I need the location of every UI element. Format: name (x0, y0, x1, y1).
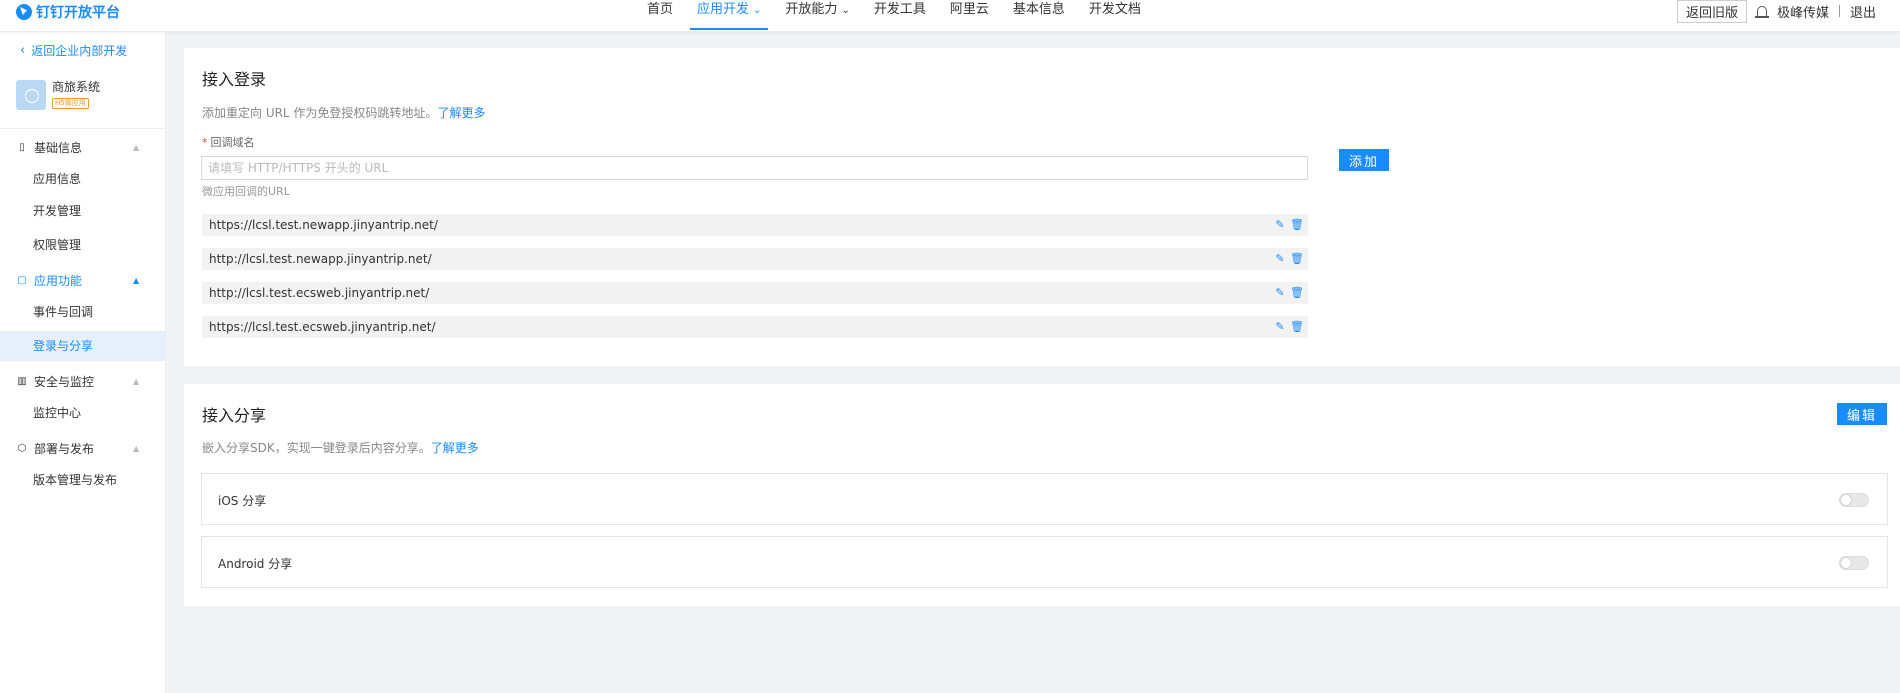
sidebar-group-label: 基础信息 (34, 140, 83, 155)
edit-button[interactable]: 编辑 (1837, 403, 1887, 425)
android-share-toggle[interactable] (1839, 556, 1869, 570)
sidebar-group-basic-info[interactable]: ▯ 基础信息 ▲ (0, 134, 166, 160)
nav-basic-info-label: 基本信息 (1012, 2, 1065, 17)
sidebar-item-version[interactable]: 版本管理与发布 (0, 465, 166, 495)
url-row: https://lcsl.test.ecsweb.jinyantrip.net/… (202, 316, 1308, 338)
sidebar-group-deploy[interactable]: ⬡ 部署与发布 ▲ (0, 435, 166, 461)
required-mark: * (202, 136, 208, 149)
back-link-label: 返回企业内部开发 (31, 44, 128, 58)
nav-dev-tools-label: 开发工具 (873, 2, 926, 17)
login-card: 接入登录 添加重定向 URL 作为免登授权码跳转地址。了解更多 *回调域名 添加… (184, 48, 1900, 366)
app-name: 商旅系统 (52, 80, 101, 94)
nav-aliyun-label: 阿里云 (949, 2, 989, 17)
sidebar-group-label: 安全与监控 (34, 374, 95, 389)
app-avatar (16, 80, 46, 110)
login-desc: 添加重定向 URL 作为免登授权码跳转地址。了解更多 (202, 104, 485, 121)
android-share-row: Android 分享 (201, 536, 1888, 588)
org-name[interactable]: 极峰传媒 (1777, 2, 1829, 21)
sidebar-item-permission[interactable]: 权限管理 (0, 230, 166, 260)
header-divider (1838, 5, 1840, 17)
chevron-up-icon: ▲ (133, 443, 140, 453)
trash-icon[interactable]: 🗑 (1290, 282, 1304, 304)
url-row: https://lcsl.test.newapp.jinyantrip.net/… (202, 214, 1308, 236)
edit-icon[interactable]: ✎ (1275, 282, 1285, 304)
edit-icon[interactable]: ✎ (1275, 214, 1285, 236)
app-icon: ▢ (17, 274, 27, 286)
share-desc: 嵌入分享SDK，实现一键登录后内容分享。了解更多 (202, 439, 479, 456)
nav-app-dev[interactable]: 应用开发 ⌄ (690, 0, 769, 32)
top-header: 钉钉开放平台 首页 应用开发 ⌄ 开放能力 ⌄ 开发工具 阿里云 基本信息 开发文档… (0, 0, 1900, 32)
nav-app-dev-label: 应用开发 (697, 2, 750, 17)
nav-dev-docs-label: 开发文档 (1088, 2, 1141, 17)
callback-url-input[interactable] (201, 156, 1308, 180)
android-share-label: Android 分享 (218, 557, 293, 571)
share-card: 接入分享 编辑 嵌入分享SDK，实现一键登录后内容分享。了解更多 iOS 分享 … (184, 384, 1900, 606)
nav-home-label: 首页 (647, 2, 674, 17)
url-text: https://lcsl.test.newapp.jinyantrip.net/ (209, 218, 438, 232)
sidebar-group-app-function[interactable]: ▢ 应用功能 ▲ (0, 267, 166, 293)
nav-open-capability[interactable]: 开放能力 ⌄ (778, 0, 856, 32)
callback-domain-label-text: 回调域名 (210, 136, 255, 149)
document-icon: ▯ (19, 141, 25, 153)
trash-icon[interactable]: 🗑 (1290, 248, 1304, 270)
nav-basic-info[interactable]: 基本信息 (1006, 0, 1072, 32)
brand-name: 钉钉开放平台 (36, 5, 120, 21)
edit-icon[interactable]: ✎ (1275, 316, 1285, 338)
cube-icon: ⬡ (17, 442, 27, 454)
url-text: http://lcsl.test.ecsweb.jinyantrip.net/ (209, 286, 430, 300)
sidebar-item-app-info[interactable]: 应用信息 (0, 164, 166, 194)
ios-share-row: iOS 分享 (201, 473, 1888, 525)
chevron-down-icon: ⌄ (841, 5, 850, 16)
chevron-up-icon: ▲ (133, 376, 140, 386)
sidebar-item-monitor[interactable]: 监控中心 (0, 398, 166, 428)
login-desc-text: 添加重定向 URL 作为免登授权码跳转地址。 (202, 106, 438, 120)
trash-icon[interactable]: 🗑 (1290, 316, 1304, 338)
sidebar-divider (0, 128, 166, 129)
nav-dev-docs[interactable]: 开发文档 (1082, 0, 1148, 32)
ios-share-toggle[interactable] (1839, 493, 1869, 507)
callback-domain-label: * 回调域名 (202, 134, 255, 150)
old-version-button[interactable]: 返回旧版 (1676, 0, 1747, 23)
ios-share-label: iOS 分享 (218, 494, 267, 508)
header-right: 返回旧版 极峰传媒 退出 (1676, 0, 1876, 23)
sidebar: ‹ 返回企业内部开发 商旅系统 H5微应用 ▯ 基础信息 ▲ 应用信息 开发管理… (0, 32, 166, 693)
trash-icon[interactable]: 🗑 (1290, 214, 1304, 236)
main-nav: 首页 应用开发 ⌄ 开放能力 ⌄ 开发工具 阿里云 基本信息 开发文档 (640, 0, 1158, 32)
sidebar-group-label: 应用功能 (34, 273, 83, 288)
share-title: 接入分享 (202, 406, 267, 425)
url-row: http://lcsl.test.ecsweb.jinyantrip.net/ … (202, 282, 1308, 304)
nav-home[interactable]: 首页 (640, 0, 680, 32)
back-link[interactable]: ‹ 返回企业内部开发 (20, 43, 130, 59)
brand-logo[interactable]: 钉钉开放平台 (16, 2, 120, 22)
url-text: https://lcsl.test.ecsweb.jinyantrip.net/ (209, 320, 436, 334)
login-learn-more-link[interactable]: 了解更多 (437, 106, 485, 120)
nav-open-capability-label: 开放能力 (785, 2, 838, 17)
sidebar-group-label: 部署与发布 (34, 441, 95, 456)
sidebar-item-login-share[interactable]: 登录与分享 (0, 331, 166, 361)
share-learn-more-link[interactable]: 了解更多 (431, 441, 479, 455)
nav-dev-tools[interactable]: 开发工具 (867, 0, 933, 32)
sidebar-item-dev-manage[interactable]: 开发管理 (0, 196, 166, 226)
chevron-down-icon: ⌄ (753, 5, 762, 16)
app-type-badge: H5微应用 (52, 98, 89, 109)
callback-hint: 微应用回调的URL (202, 185, 290, 198)
url-row: http://lcsl.test.newapp.jinyantrip.net/ … (202, 248, 1308, 270)
chevron-up-icon: ▲ (133, 142, 140, 152)
sidebar-group-security[interactable]: ▥ 安全与监控 ▲ (0, 368, 166, 394)
chevron-up-icon: ▲ (133, 275, 140, 285)
app-info: 商旅系统 H5微应用 (16, 80, 100, 110)
bell-icon[interactable] (1754, 5, 1769, 18)
nav-aliyun[interactable]: 阿里云 (943, 0, 996, 32)
url-text: http://lcsl.test.newapp.jinyantrip.net/ (209, 252, 432, 266)
share-desc-text: 嵌入分享SDK，实现一键登录后内容分享。 (202, 441, 431, 455)
add-button[interactable]: 添加 (1339, 149, 1389, 171)
edit-icon[interactable]: ✎ (1275, 248, 1285, 270)
chevron-left-icon: ‹ (20, 43, 26, 58)
chart-icon: ▥ (17, 375, 27, 387)
logout-link[interactable]: 退出 (1850, 2, 1876, 21)
dingtalk-logo-icon (16, 4, 32, 20)
sidebar-item-events[interactable]: 事件与回调 (0, 297, 166, 327)
login-title: 接入登录 (202, 70, 267, 89)
